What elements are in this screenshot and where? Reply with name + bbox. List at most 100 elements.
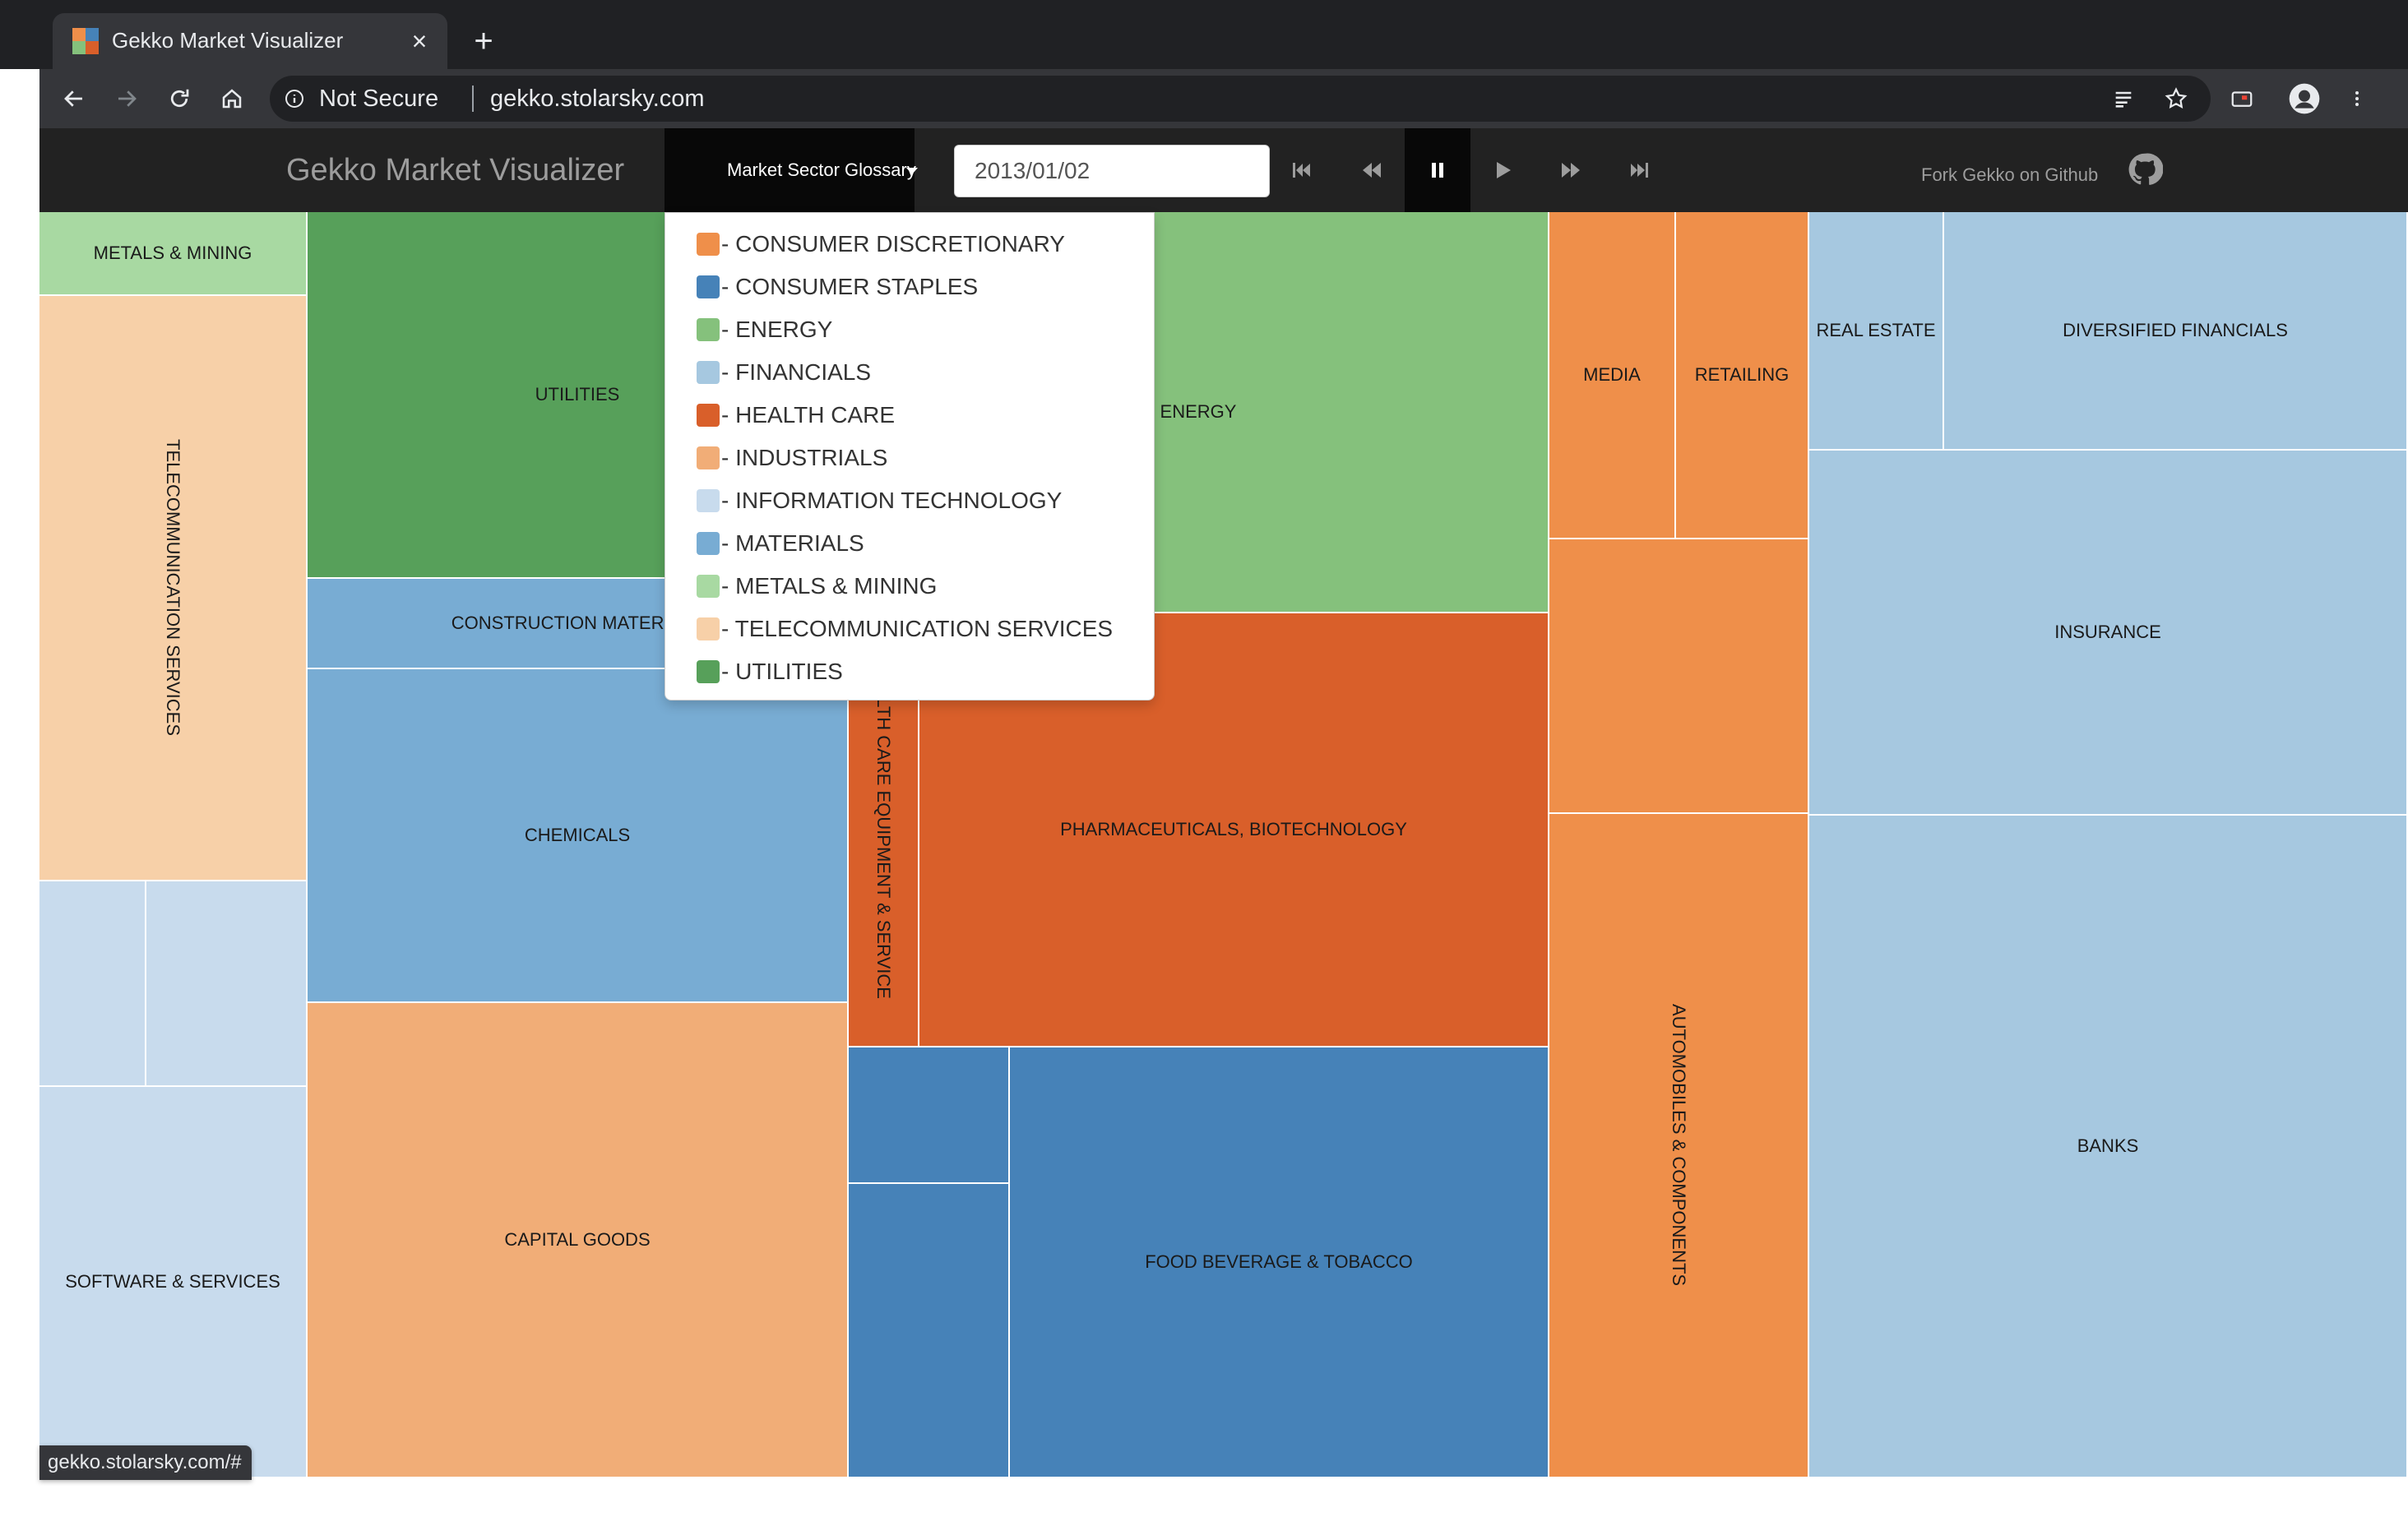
app-brand[interactable]: Gekko Market Visualizer — [286, 153, 624, 188]
color-swatch — [697, 617, 720, 640]
treemap-cell-it-a[interactable] — [39, 881, 146, 1087]
step-back-button[interactable] — [1339, 128, 1405, 212]
color-swatch — [697, 275, 720, 298]
color-swatch — [697, 489, 720, 512]
treemap-cell-diversified[interactable]: DIVERSIFIED FINANCIALS — [1944, 212, 2408, 451]
cell-label: CAPITAL GOODS — [504, 1229, 651, 1250]
treemap-cell-metals-mining[interactable]: METALS & MINING — [39, 212, 308, 296]
glossary-item-label: - UTILITIES — [721, 659, 843, 684]
browser-menu-icon[interactable] — [2337, 79, 2377, 118]
treemap-cell-software[interactable]: SOFTWARE & SERVICES — [39, 1087, 308, 1478]
glossary-item[interactable]: - METALS & MINING — [697, 565, 937, 608]
glossary-item[interactable]: - TELECOMMUNICATION SERVICES — [697, 608, 1113, 650]
fork-github-link[interactable]: Fork Gekko on Github — [1921, 164, 2098, 186]
cell-label: UTILITIES — [535, 384, 620, 405]
treemap-cell-capital-goods[interactable]: CAPITAL GOODS — [308, 1003, 849, 1478]
address-divider — [472, 86, 474, 112]
home-icon[interactable] — [212, 79, 252, 118]
glossary-item[interactable]: - CONSUMER DISCRETIONARY — [697, 223, 1065, 266]
browser-toolbar: Not Secure gekko.stolarsky.com — [39, 69, 2408, 128]
browser-tab-bar: Gekko Market Visualizer × + — [0, 0, 2408, 69]
security-label: Not Secure — [319, 86, 439, 112]
treemap-cell-media[interactable]: MEDIA — [1549, 212, 1676, 539]
cell-label: METALS & MINING — [93, 243, 252, 263]
glossary-item-label: - TELECOMMUNICATION SERVICES — [721, 616, 1114, 641]
glossary-item[interactable]: - INFORMATION TECHNOLOGY — [697, 479, 1062, 522]
color-swatch — [697, 233, 720, 256]
profile-avatar-icon[interactable] — [2285, 79, 2324, 118]
status-url: gekko.stolarsky.com/# — [48, 1451, 242, 1473]
glossary-item[interactable]: - ENERGY — [697, 308, 832, 351]
date-input[interactable] — [954, 145, 1270, 197]
reading-list-icon[interactable] — [2104, 79, 2143, 118]
url-text[interactable]: gekko.stolarsky.com — [490, 86, 705, 113]
treemap-cell-cd-a[interactable] — [1549, 539, 1809, 814]
glossary-button-label: Market Sector Glossary — [727, 160, 916, 180]
cell-label: ENERGY — [1160, 401, 1237, 422]
jump-to-end-button[interactable] — [1605, 128, 1671, 212]
glossary-dropdown-menu: - CONSUMER DISCRETIONARY - CONSUMER STAP… — [665, 212, 1155, 701]
cell-label: BANKS — [2077, 1135, 2139, 1156]
glossary-item[interactable]: - CONSUMER STAPLES — [697, 266, 978, 308]
cell-label: RETAILING — [1694, 364, 1790, 385]
cell-label: AUTOMOBILES & COMPONENTS — [1669, 1004, 1689, 1287]
treemap-cell-chemicals[interactable]: CHEMICALS — [308, 669, 849, 1003]
favicon-icon — [72, 28, 99, 54]
glossary-item[interactable]: - UTILITIES — [697, 650, 843, 693]
jump-to-start-button[interactable] — [1270, 128, 1336, 212]
glossary-item-label: - HEALTH CARE — [721, 402, 896, 428]
glossary-item-label: - INDUSTRIALS — [721, 445, 888, 470]
glossary-item-label: - CONSUMER STAPLES — [721, 274, 979, 299]
glossary-item[interactable]: - MATERIALS — [697, 522, 864, 565]
info-icon[interactable] — [285, 89, 304, 109]
play-button[interactable] — [1470, 128, 1536, 212]
glossary-item[interactable]: - INDUSTRIALS — [697, 437, 887, 479]
bookmark-star-icon[interactable] — [2156, 79, 2196, 118]
color-swatch — [697, 361, 720, 384]
glossary-item[interactable]: - FINANCIALS — [697, 351, 871, 394]
forward-icon[interactable] — [107, 79, 146, 118]
treemap-cell-staples-a[interactable] — [849, 1047, 1010, 1184]
cell-label: MEDIA — [1583, 364, 1641, 385]
close-tab-icon[interactable]: × — [403, 25, 436, 58]
treemap-cell-retailing[interactable]: RETAILING — [1676, 212, 1809, 539]
glossary-item-label: - CONSUMER DISCRETIONARY — [721, 231, 1065, 257]
cell-label: PHARMACEUTICALS, BIOTECHNOLOGY — [1060, 819, 1407, 839]
cell-label: REAL ESTATE — [1816, 320, 1936, 340]
glossary-item-label: - METALS & MINING — [721, 573, 938, 599]
cell-label: FOOD BEVERAGE & TOBACCO — [1145, 1251, 1413, 1272]
treemap-cell-banks[interactable]: BANKS — [1809, 816, 2408, 1478]
reload-icon[interactable] — [160, 79, 199, 118]
step-forward-button[interactable] — [1538, 128, 1604, 212]
pause-button[interactable] — [1405, 128, 1470, 212]
treemap-cell-staples-b[interactable] — [849, 1184, 1010, 1478]
address-bar[interactable]: Not Secure gekko.stolarsky.com — [270, 76, 2211, 122]
glossary-item[interactable]: - HEALTH CARE — [697, 394, 895, 437]
market-treemap: METALS & MINING TELECOMMUNICATION SERVIC… — [39, 212, 2408, 1478]
github-icon[interactable] — [2127, 151, 2164, 187]
treemap-cell-it-b[interactable] — [146, 881, 308, 1087]
treemap-cell-insurance[interactable]: INSURANCE — [1809, 451, 2408, 816]
app-navbar: Gekko Market Visualizer Market Sector Gl… — [39, 128, 2408, 212]
extension-icon[interactable] — [2222, 79, 2262, 118]
cell-label: TELECOMMUNICATION SERVICES — [163, 439, 183, 737]
glossary-dropdown-button[interactable]: Market Sector Glossary — [665, 128, 918, 212]
treemap-cell-food[interactable]: FOOD BEVERAGE & TOBACCO — [1010, 1047, 1549, 1478]
treemap-cell-real-estate[interactable]: REAL ESTATE — [1809, 212, 1944, 451]
glossary-item-label: - INFORMATION TECHNOLOGY — [721, 488, 1063, 513]
link-status-bar: gekko.stolarsky.com/# — [39, 1445, 252, 1480]
color-swatch — [697, 318, 720, 341]
browser-tab[interactable]: Gekko Market Visualizer × — [53, 13, 447, 69]
glossary-item-label: - ENERGY — [721, 317, 833, 342]
glossary-item-label: - MATERIALS — [721, 530, 864, 556]
cell-label: CHEMICALS — [524, 825, 631, 845]
treemap-cell-telecom[interactable]: TELECOMMUNICATION SERVICES — [39, 296, 308, 881]
new-tab-icon[interactable]: + — [464, 21, 503, 61]
cell-label: SOFTWARE & SERVICES — [65, 1271, 280, 1292]
cell-label: HEALTH CARE EQUIPMENT & SERVICE — [873, 660, 894, 999]
back-icon[interactable] — [54, 79, 94, 118]
color-swatch — [697, 575, 720, 598]
color-swatch — [697, 532, 720, 555]
treemap-cell-autos[interactable]: AUTOMOBILES & COMPONENTS — [1549, 814, 1809, 1478]
cell-label: INSURANCE — [2054, 622, 2161, 642]
